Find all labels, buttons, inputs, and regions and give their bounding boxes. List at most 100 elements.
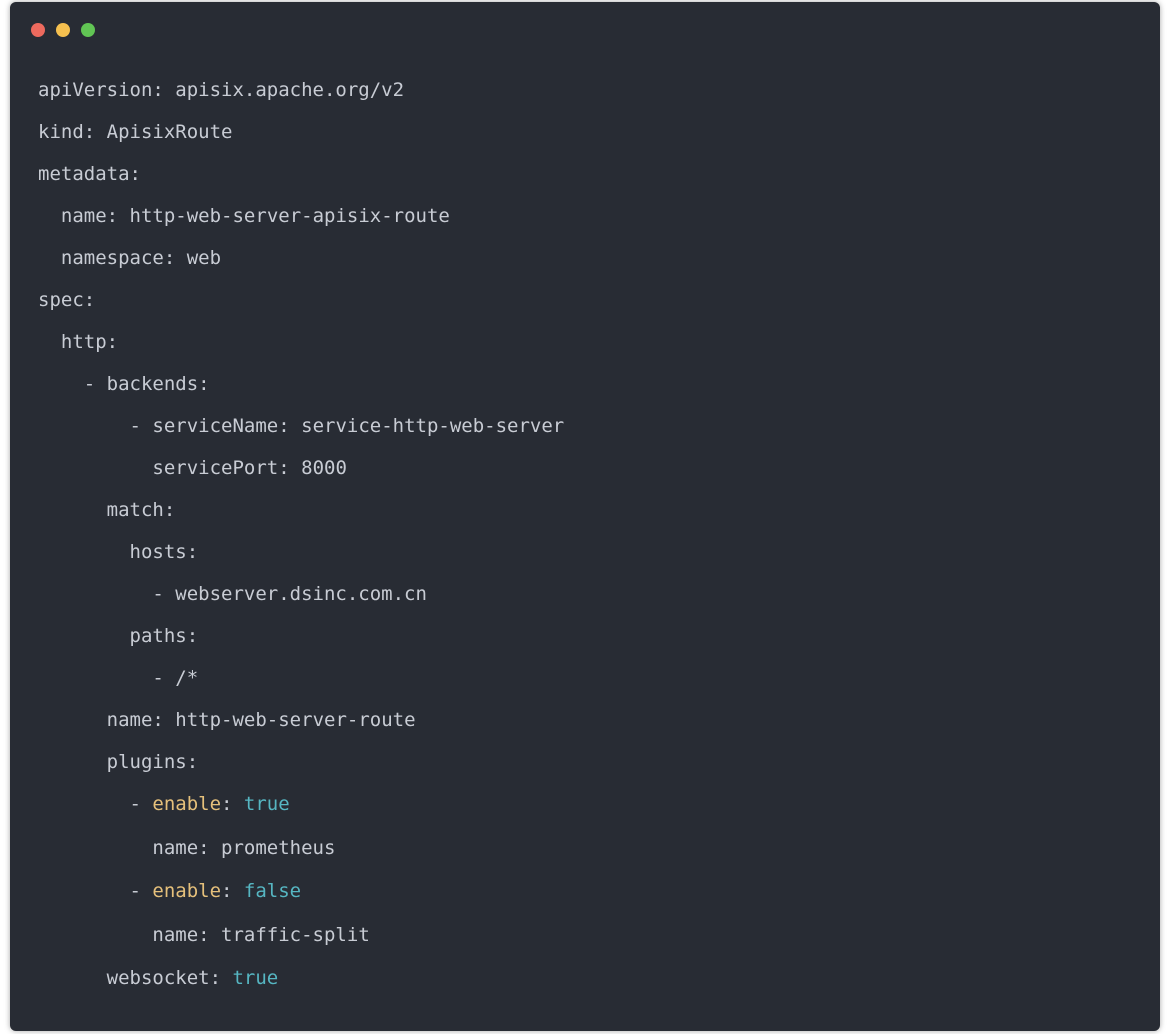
code-indent: -: [38, 880, 153, 903]
yaml-value: http-web-server-apisix-route: [129, 205, 450, 227]
yaml-separator: :: [186, 625, 199, 647]
yaml-key: http: [60, 331, 107, 353]
code-line: - backends:: [38, 363, 1140, 405]
code-line: namespace: web: [38, 237, 1140, 279]
yaml-key: hosts: [129, 541, 187, 563]
yaml-key: name: [106, 709, 153, 731]
yaml-separator: :: [83, 121, 107, 143]
code-line: kind: ApisixRoute: [38, 111, 1140, 153]
yaml-value: prometheus: [221, 836, 336, 859]
yaml-separator: :: [209, 967, 233, 990]
window-titlebar: [10, 2, 1160, 58]
yaml-key: enable: [152, 793, 222, 815]
yaml-value: traffic-split: [221, 923, 370, 946]
code-indent: -: [38, 793, 153, 815]
yaml-separator: :: [163, 247, 187, 269]
yaml-separator: :: [106, 205, 130, 227]
minimize-window-dot-icon[interactable]: [56, 23, 70, 37]
code-indent: -: [38, 667, 176, 689]
yaml-value: /*: [175, 667, 199, 689]
code-line: name: http-web-server-apisix-route: [38, 195, 1140, 237]
code-line: - serviceName: service-http-web-server: [38, 405, 1140, 447]
yaml-key: plugins: [106, 751, 187, 773]
code-line: paths:: [38, 615, 1140, 657]
yaml-key: websocket: [106, 967, 210, 990]
yaml-separator: :: [198, 923, 222, 946]
code-indent: -: [38, 415, 153, 437]
code-line: - webserver.dsinc.com.cn: [38, 573, 1140, 615]
code-line: name: prometheus: [38, 827, 1140, 871]
code-window: apiVersion: apisix.apache.org/v2 kind: Ap…: [10, 2, 1160, 1031]
code-line: - /*: [38, 657, 1140, 699]
code-line: match:: [38, 489, 1140, 531]
yaml-key: metadata: [38, 163, 130, 185]
code-line: metadata:: [38, 153, 1140, 195]
yaml-key: apiVersion: [38, 79, 153, 101]
yaml-value: apisix.apache.org/v2: [175, 79, 405, 101]
yaml-value: http-web-server-route: [175, 709, 416, 731]
yaml-value: service-http-web-server: [301, 415, 565, 437]
yaml-separator: :: [221, 880, 244, 903]
yaml-value: webserver.dsinc.com.cn: [175, 583, 427, 605]
code-line: plugins:: [38, 741, 1140, 783]
yaml-separator: :: [198, 373, 210, 395]
yaml-key: name: [60, 205, 107, 227]
code-line: http:: [38, 321, 1140, 363]
yaml-separator: :: [198, 836, 222, 859]
yaml-separator: :: [221, 793, 244, 815]
yaml-key: match: [106, 499, 164, 521]
yaml-value: 8000: [301, 457, 347, 479]
yaml-key: name: [152, 836, 199, 859]
yaml-separator: :: [278, 415, 302, 437]
yaml-key: name: [152, 923, 199, 946]
yaml-separator: :: [152, 79, 176, 101]
yaml-value: true: [243, 793, 290, 815]
code-indent: -: [38, 373, 107, 395]
yaml-key: paths: [129, 625, 187, 647]
yaml-key: kind: [38, 121, 84, 143]
yaml-value: ApisixRoute: [106, 121, 233, 143]
code-indent: -: [38, 583, 176, 605]
yaml-separator: :: [83, 289, 96, 311]
yaml-key: backends: [106, 373, 199, 395]
code-line: servicePort: 8000: [38, 447, 1140, 489]
yaml-separator: :: [106, 331, 119, 353]
yaml-code-block: apiVersion: apisix.apache.org/v2 kind: Ap…: [38, 69, 1140, 1001]
code-line: name: traffic-split: [38, 914, 1140, 958]
yaml-separator: :: [186, 751, 199, 773]
yaml-key: servicePort: [152, 457, 279, 479]
yaml-value: true: [232, 967, 279, 990]
code-line: - enable: true: [38, 783, 1140, 827]
yaml-value: false: [243, 880, 302, 903]
yaml-separator: :: [163, 499, 176, 521]
close-window-dot-icon[interactable]: [31, 23, 45, 37]
code-line: spec:: [38, 279, 1140, 321]
yaml-key: enable: [152, 880, 222, 903]
zoom-window-dot-icon[interactable]: [81, 23, 95, 37]
code-line: websocket: true: [38, 957, 1140, 1001]
yaml-key: namespace: [60, 247, 164, 269]
yaml-separator: :: [186, 541, 199, 563]
code-line: - enable: false: [38, 870, 1140, 914]
yaml-separator: :: [129, 163, 141, 185]
code-line: apiVersion: apisix.apache.org/v2: [38, 69, 1140, 111]
code-line: hosts:: [38, 531, 1140, 573]
code-line: name: http-web-server-route: [38, 699, 1140, 741]
yaml-separator: :: [278, 457, 302, 479]
yaml-key: spec: [38, 289, 84, 311]
yaml-separator: :: [152, 709, 176, 731]
yaml-key: serviceName: [152, 415, 279, 437]
yaml-value: web: [186, 247, 222, 269]
